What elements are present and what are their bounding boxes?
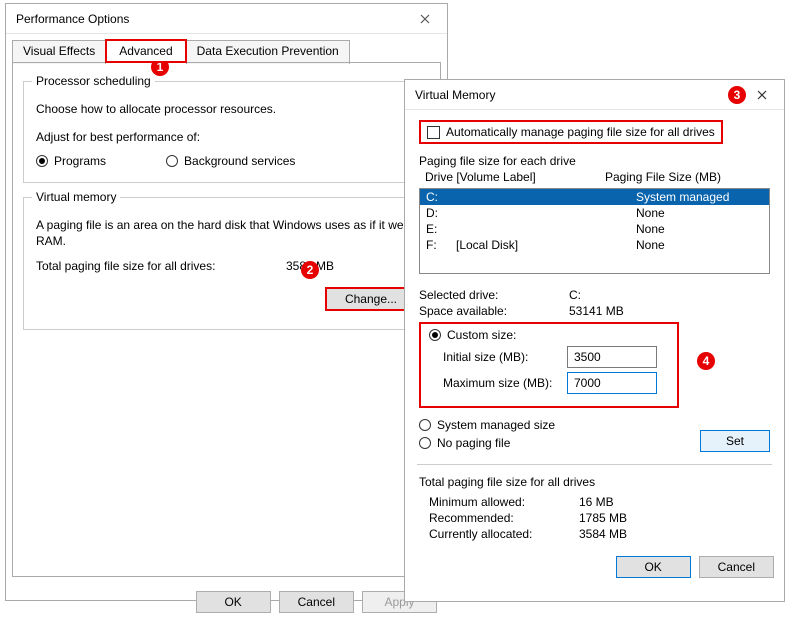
drive-table-header: Drive [Volume Label] Paging File Size (M… xyxy=(419,168,770,186)
cancel-button[interactable]: Cancel xyxy=(279,591,354,613)
radio-dot-icon xyxy=(166,155,178,167)
vm-total-label: Total paging file size for all drives: xyxy=(36,259,286,273)
space-available-label: Space available: xyxy=(419,304,569,318)
recommended-value: 1785 MB xyxy=(579,511,627,525)
tab-body: 1 Processor scheduling Choose how to all… xyxy=(12,62,441,577)
auto-manage-checkbox[interactable]: Automatically manage paging file size fo… xyxy=(427,125,715,139)
radio-dot-icon xyxy=(419,437,431,449)
min-allowed-label: Minimum allowed: xyxy=(429,495,579,509)
annotation-marker-2: 2 xyxy=(301,261,319,279)
radio-dot-icon xyxy=(429,329,441,341)
tabs: Visual Effects Advanced Data Execution P… xyxy=(12,38,441,62)
currently-allocated-label: Currently allocated: xyxy=(429,527,579,541)
cancel-button[interactable]: Cancel xyxy=(699,556,774,578)
tab-dep[interactable]: Data Execution Prevention xyxy=(186,40,350,64)
annotation-marker-3: 3 xyxy=(728,86,746,104)
dialog-footer: OK Cancel Apply xyxy=(6,583,447,621)
virtual-memory-dialog: Virtual Memory 3 Automatically manage pa… xyxy=(404,79,785,602)
close-button[interactable] xyxy=(409,5,441,33)
drive-table[interactable]: C: System managed D: None E: None F: [Lo… xyxy=(419,188,770,274)
vm-desc: A paging file is an area on the hard dis… xyxy=(36,218,417,249)
group-legend: Virtual memory xyxy=(32,190,120,204)
radio-background-services[interactable]: Background services xyxy=(166,154,295,168)
radio-dot-icon xyxy=(419,419,431,431)
checkbox-icon xyxy=(427,126,440,139)
titlebar: Performance Options xyxy=(6,4,447,34)
dialog-footer: OK Cancel xyxy=(405,547,784,586)
recommended-label: Recommended: xyxy=(429,511,579,525)
dialog-title: Virtual Memory xyxy=(415,88,700,102)
ok-button[interactable]: OK xyxy=(616,556,691,578)
space-available-value: 53141 MB xyxy=(569,304,624,318)
virtual-memory-group: Virtual memory A paging file is an area … xyxy=(23,197,430,330)
titlebar: Virtual Memory 3 xyxy=(405,80,784,110)
drive-row-f[interactable]: F: [Local Disk] None xyxy=(420,237,769,253)
radio-system-managed[interactable]: System managed size xyxy=(419,418,700,432)
min-allowed-value: 16 MB xyxy=(579,495,614,509)
tab-visual-effects[interactable]: Visual Effects xyxy=(12,40,106,64)
drive-row-d[interactable]: D: None xyxy=(420,205,769,221)
initial-size-input[interactable] xyxy=(567,346,657,368)
annotation-marker-4: 4 xyxy=(697,352,715,370)
tab-advanced[interactable]: Advanced xyxy=(105,39,186,63)
close-icon xyxy=(420,14,430,24)
auto-manage-highlight: Automatically manage paging file size fo… xyxy=(419,120,723,144)
selected-drive-value: C: xyxy=(569,288,581,302)
radio-programs[interactable]: Programs xyxy=(36,154,106,168)
initial-size-label: Initial size (MB): xyxy=(429,350,559,364)
each-drive-label: Paging file size for each drive xyxy=(419,154,770,168)
performance-options-dialog: Performance Options Visual Effects Advan… xyxy=(5,3,448,601)
dialog-body: Automatically manage paging file size fo… xyxy=(405,110,784,547)
group-legend: Processor scheduling xyxy=(32,74,155,88)
maximum-size-input[interactable] xyxy=(567,372,657,394)
drive-row-c[interactable]: C: System managed xyxy=(420,189,769,205)
radio-no-paging[interactable]: No paging file xyxy=(419,436,700,450)
radio-dot-icon xyxy=(36,155,48,167)
set-button[interactable]: Set xyxy=(700,430,770,452)
maximum-size-label: Maximum size (MB): xyxy=(429,376,559,390)
custom-size-highlight: Custom size: Initial size (MB): Maximum … xyxy=(419,322,679,408)
selected-drive-label: Selected drive: xyxy=(419,288,569,302)
ok-button[interactable]: OK xyxy=(196,591,271,613)
total-paging-legend: Total paging file size for all drives xyxy=(419,475,770,489)
dialog-title: Performance Options xyxy=(16,12,409,26)
currently-allocated-value: 3584 MB xyxy=(579,527,627,541)
close-button[interactable] xyxy=(746,81,778,109)
proc-adjust: Adjust for best performance of: xyxy=(36,130,417,144)
radio-custom-size[interactable]: Custom size: xyxy=(429,328,669,342)
separator xyxy=(417,464,772,465)
proc-desc: Choose how to allocate processor resourc… xyxy=(36,102,417,116)
drive-row-e[interactable]: E: None xyxy=(420,221,769,237)
close-icon xyxy=(757,90,767,100)
processor-scheduling-group: Processor scheduling Choose how to alloc… xyxy=(23,81,430,183)
